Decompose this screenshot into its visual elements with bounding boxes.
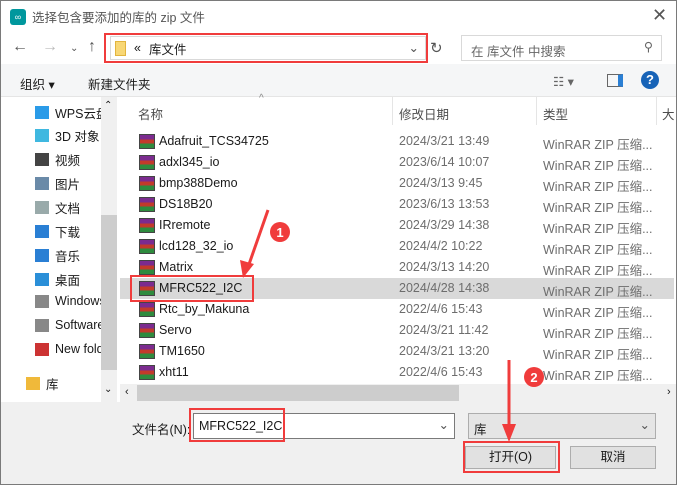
arrow-1-head	[240, 260, 254, 278]
step-label-1: 1	[276, 225, 283, 240]
step-label-2: 2	[530, 370, 537, 385]
arrow-1	[245, 209, 270, 271]
annotation-layer: 1 2	[240, 209, 544, 442]
arrow-2-head	[502, 424, 516, 442]
